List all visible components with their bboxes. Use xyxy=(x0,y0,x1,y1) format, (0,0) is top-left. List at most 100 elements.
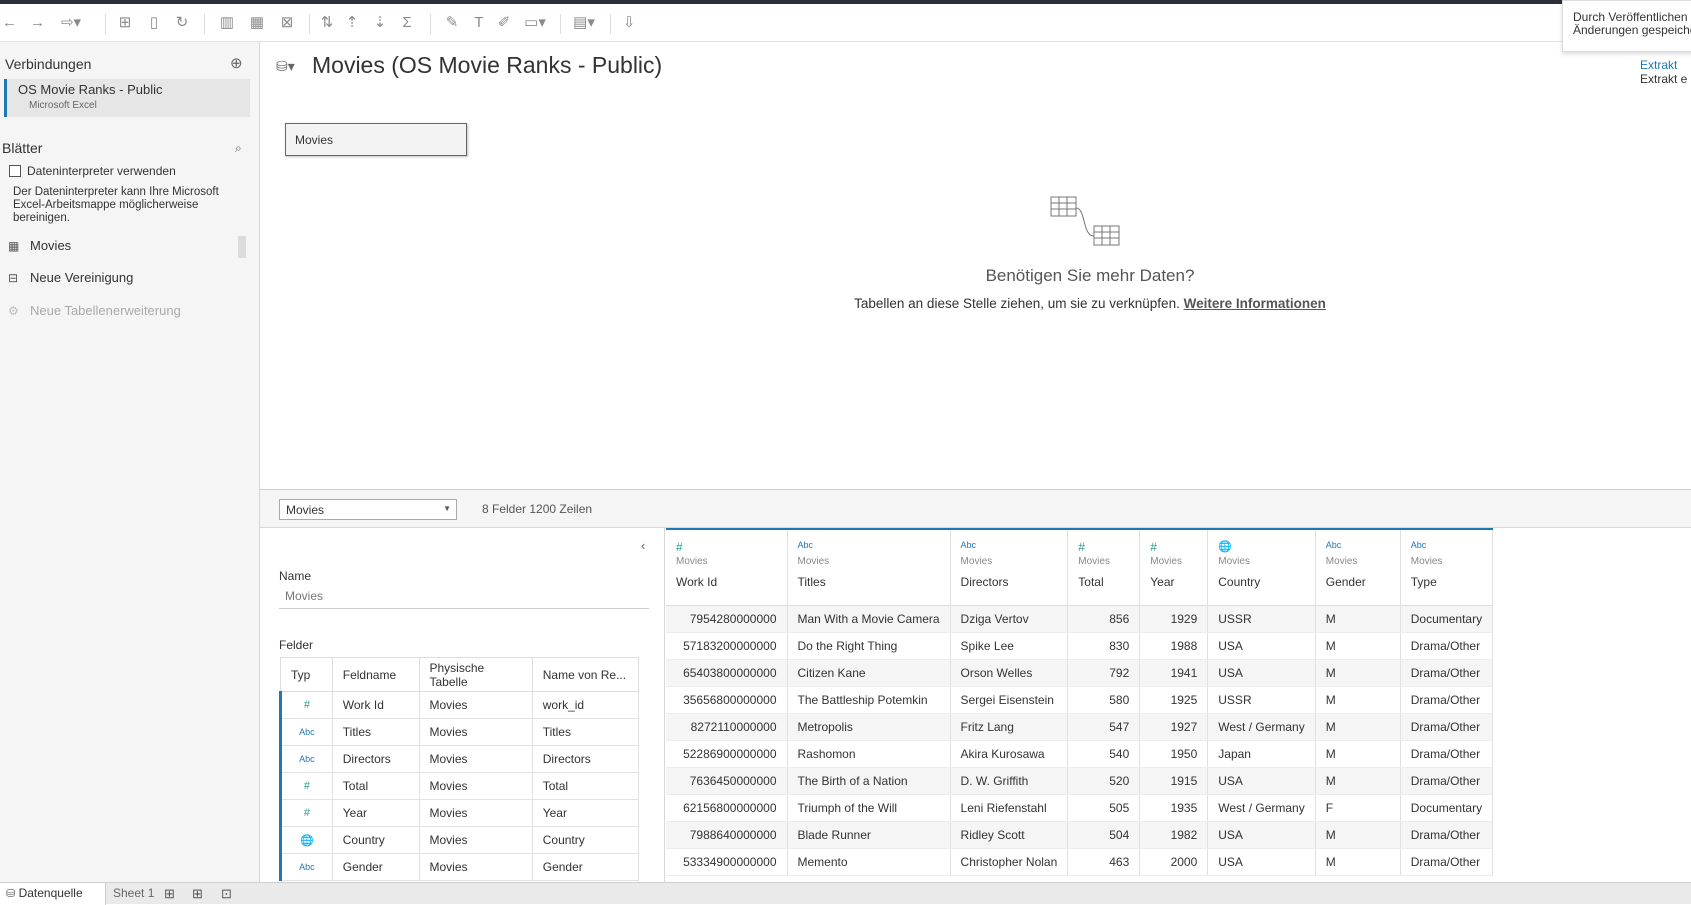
name-field[interactable]: Movies xyxy=(279,587,649,609)
label-icon[interactable]: T xyxy=(470,12,488,34)
type-number-icon[interactable]: # xyxy=(1078,540,1129,554)
col-header-physical-table[interactable]: Physische Tabelle xyxy=(418,657,533,692)
field-row[interactable]: Abc Titles Movies Titles xyxy=(279,718,640,746)
field-name[interactable]: Year xyxy=(331,799,420,827)
cell-year: 1929 xyxy=(1139,604,1209,633)
col-header-type[interactable]: Typ xyxy=(280,657,333,692)
table-row[interactable]: 7636450000000 The Birth of a Nation D. W. … xyxy=(666,767,1494,795)
grid-col-total[interactable]: # Movies Total xyxy=(1067,528,1141,605)
type-number-icon[interactable]: # xyxy=(1150,540,1197,554)
new-datasource-icon[interactable]: ⊞ xyxy=(116,12,134,34)
pause-icon[interactable]: ▯ xyxy=(145,12,163,34)
table-row[interactable]: 53334900000000 Memento Christopher Nolan 46… xyxy=(666,848,1494,876)
tab-sheet-1[interactable]: Sheet 1 xyxy=(107,883,160,905)
datasource-icon[interactable]: ⛁▾ xyxy=(276,58,295,75)
field-row[interactable]: # Year Movies Year xyxy=(279,799,640,827)
clear-icon[interactable]: ⊠ xyxy=(274,12,300,34)
extract-option[interactable]: Extrakt xyxy=(1640,58,1687,72)
cell-titles: Rashomon xyxy=(787,740,951,768)
new-story-icon[interactable]: ⊡ xyxy=(221,886,232,902)
field-name[interactable]: Work Id xyxy=(331,691,420,719)
canvas-table-movies[interactable]: Movies xyxy=(285,123,467,156)
field-row[interactable]: Abc Directors Movies Directors xyxy=(279,745,640,773)
data-grid: # Movies Work Id Abc Movies Titles Abc M… xyxy=(666,528,1691,882)
type-string-icon[interactable]: Abc xyxy=(279,718,333,746)
separator xyxy=(430,14,431,34)
toolbar: ← → ⇨▾ ⊞ ▯ ↻ ▥ ▦ ⊠ ⇅ ⇡ ⇣ Σ ✎ T ✐ ▭▾ ▤▾ ⇩ xyxy=(0,4,1691,42)
search-icon[interactable]: ⌕ xyxy=(235,141,242,156)
type-string-icon[interactable]: Abc xyxy=(279,853,333,881)
field-name[interactable]: Gender xyxy=(331,853,420,881)
table-row[interactable]: 35656800000000 The Battleship Potemkin Ser… xyxy=(666,686,1494,714)
grid-col-gender[interactable]: Abc Movies Gender xyxy=(1315,528,1401,605)
table-row[interactable]: 8272110000000 Metropolis Fritz Lang 547 1927… xyxy=(666,713,1494,741)
table-row[interactable]: 52286900000000 Rashomon Akira Kurosawa 540 1… xyxy=(666,740,1494,768)
format-icon[interactable]: ✐ xyxy=(495,12,513,34)
type-geo-icon[interactable]: 🌐 xyxy=(1218,540,1304,554)
sheet-item-label: Movies xyxy=(30,238,72,253)
grid-col-year[interactable]: # Movies Year xyxy=(1139,528,1209,605)
learn-more-link[interactable]: Weitere Informationen xyxy=(1184,296,1326,311)
sheet-item-new-union[interactable]: ⊟ Neue Vereinigung xyxy=(8,270,133,285)
type-string-icon[interactable]: Abc xyxy=(1411,540,1482,554)
table-row[interactable]: 62156800000000 Triumph of the Will Leni Ri… xyxy=(666,794,1494,822)
grid-col-directors[interactable]: Abc Movies Directors xyxy=(950,528,1069,605)
cell-directors: Spike Lee xyxy=(950,632,1069,660)
field-row[interactable]: # Total Movies Total xyxy=(279,772,640,800)
type-string-icon[interactable]: Abc xyxy=(1326,540,1390,554)
highlight-icon[interactable]: ✎ xyxy=(440,12,464,34)
grid-col-type[interactable]: Abc Movies Type xyxy=(1400,528,1494,605)
new-worksheet-icon[interactable]: ▥ xyxy=(214,12,240,34)
type-string-icon[interactable]: Abc xyxy=(798,540,940,554)
sheets-scrollbar[interactable] xyxy=(238,236,246,258)
duplicate-icon[interactable]: ▦ xyxy=(246,12,268,34)
connection-item[interactable]: OS Movie Ranks - Public Microsoft Excel xyxy=(4,79,250,117)
table-row[interactable]: 65403800000000 Citizen Kane Orson Welles 79… xyxy=(666,659,1494,687)
type-number-icon[interactable]: # xyxy=(279,772,333,800)
show-me-icon[interactable]: ▤▾ xyxy=(568,12,600,34)
type-number-icon[interactable]: # xyxy=(279,691,333,719)
tab-datasource[interactable]: ⛁ Datenquelle xyxy=(0,883,106,905)
table-row[interactable]: 57183200000000 Do the Right Thing Spike Le… xyxy=(666,632,1494,660)
connection-type: Microsoft Excel xyxy=(29,100,97,111)
refresh-icon[interactable]: ↻ xyxy=(173,12,191,34)
sort-asc-icon[interactable]: ⇡ xyxy=(343,12,361,34)
add-connection-icon[interactable]: ⊕ xyxy=(230,54,243,72)
interpreter-checkbox[interactable] xyxy=(9,165,21,177)
type-string-icon[interactable]: Abc xyxy=(279,745,333,773)
field-row[interactable]: Abc Gender Movies Gender xyxy=(279,853,640,881)
table-row[interactable]: 7988640000000 Blade Runner Ridley Scott 504… xyxy=(666,821,1494,849)
collapse-icon[interactable]: ‹ xyxy=(641,538,645,553)
col-header-remote-name[interactable]: Name von Re... xyxy=(531,657,640,692)
new-worksheet-icon[interactable]: ⊞ xyxy=(164,886,175,902)
sheet-item-movies[interactable]: ▦ Movies xyxy=(8,238,71,253)
field-name[interactable]: Total xyxy=(331,772,420,800)
grid-col-country[interactable]: 🌐 Movies Country xyxy=(1207,528,1316,605)
type-number-icon[interactable]: # xyxy=(676,540,777,554)
interpreter-checkbox-row[interactable]: Dateninterpreter verwenden xyxy=(9,164,176,178)
col-header-fieldname[interactable]: Feldname xyxy=(331,657,420,692)
presentation-icon[interactable]: ⇩ xyxy=(620,12,638,34)
new-dashboard-icon[interactable]: ⊞ xyxy=(192,886,203,902)
grid-col-titles[interactable]: Abc Movies Titles xyxy=(787,528,951,605)
redo-icon[interactable]: ⇨▾ xyxy=(56,12,86,34)
back-icon[interactable]: ← xyxy=(2,12,17,34)
cell-type: Drama/Other xyxy=(1400,686,1494,714)
forward-icon[interactable]: → xyxy=(30,12,45,34)
grid-col-work-id[interactable]: # Movies Work Id xyxy=(666,528,788,605)
field-row[interactable]: # Work Id Movies work_id xyxy=(279,691,640,719)
swap-icon[interactable]: ⇅ xyxy=(318,12,336,34)
fit-icon[interactable]: ▭▾ xyxy=(520,12,550,34)
sort-desc-icon[interactable]: ⇣ xyxy=(368,12,392,34)
type-number-icon[interactable]: # xyxy=(279,799,333,827)
field-row[interactable]: 🌐 Country Movies Country xyxy=(279,826,640,854)
type-string-icon[interactable]: Abc xyxy=(961,540,1058,554)
field-name[interactable]: Country xyxy=(331,826,420,854)
sum-icon[interactable]: Σ xyxy=(395,12,419,34)
table-row[interactable]: 7954280000000 Man With a Movie Camera Dzig… xyxy=(666,604,1494,633)
connection-type-extract: Extrakt Extrakt e xyxy=(1640,58,1687,86)
table-select[interactable]: Movies ▼ xyxy=(279,499,457,520)
field-name[interactable]: Titles xyxy=(331,718,420,746)
type-geo-icon[interactable]: 🌐 xyxy=(279,826,333,854)
field-name[interactable]: Directors xyxy=(331,745,420,773)
